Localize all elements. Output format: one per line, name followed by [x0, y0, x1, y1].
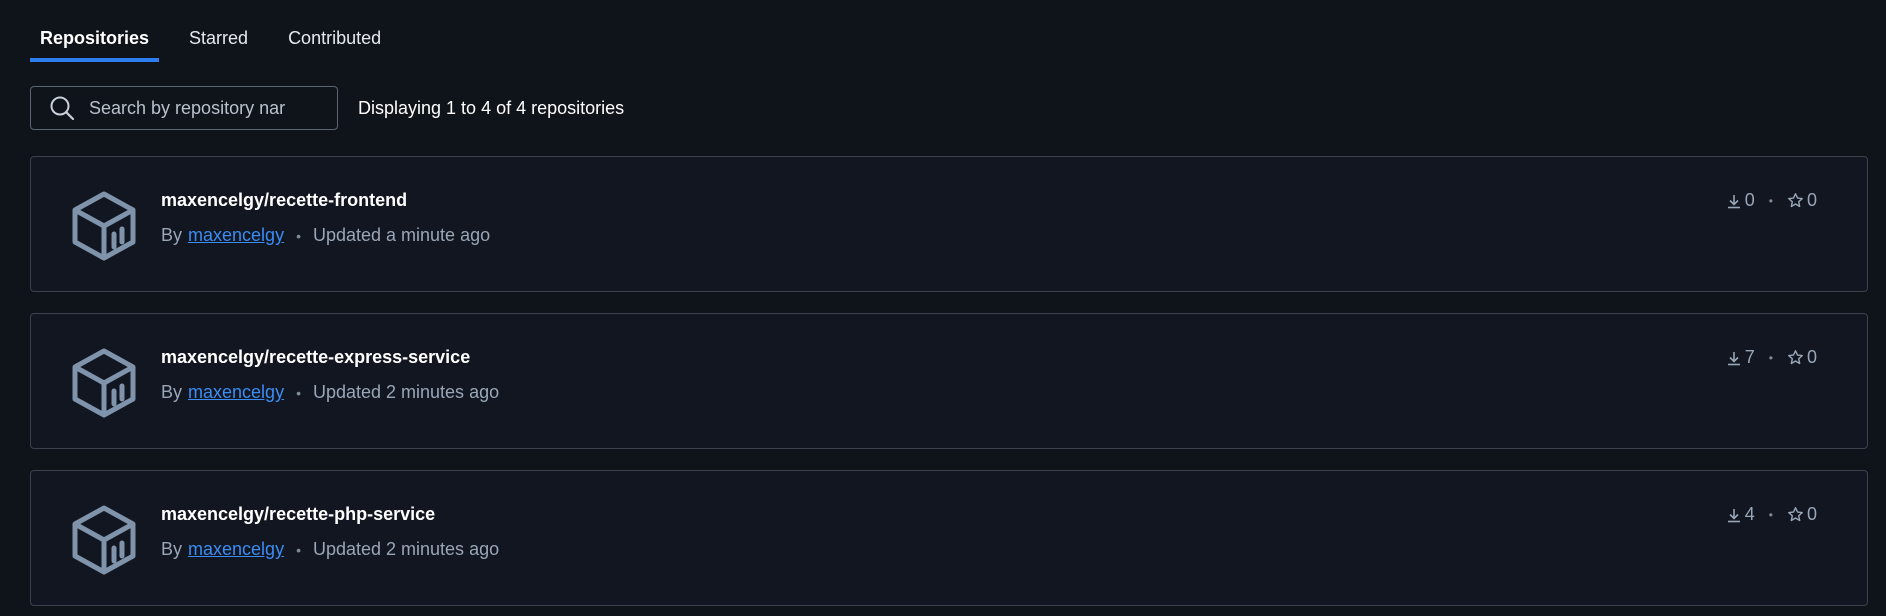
- separator-dot: •: [1768, 350, 1773, 365]
- download-icon: [1727, 508, 1740, 522]
- updated-time: Updated 2 minutes ago: [312, 382, 500, 402]
- repo-stats: 0 • 0: [1726, 190, 1817, 211]
- separator-dot: •: [1768, 193, 1773, 208]
- downloads-count: 7: [1744, 347, 1755, 367]
- by-label: By: [161, 539, 183, 559]
- by-label: By: [161, 225, 183, 245]
- tab-repositories[interactable]: Repositories: [30, 22, 160, 62]
- tab-starred[interactable]: Starred: [179, 22, 258, 60]
- repo-name[interactable]: maxencelgy/recette-frontend: [161, 190, 407, 211]
- repo-meta: By maxencelgy • Updated a minute ago: [161, 225, 490, 246]
- download-icon: [1727, 351, 1740, 365]
- stars-count: 0: [1806, 190, 1817, 210]
- downloads-stat: 4: [1726, 504, 1755, 525]
- author-link[interactable]: maxencelgy: [188, 382, 284, 403]
- stars-stat[interactable]: 0: [1787, 190, 1817, 211]
- search-input[interactable]: [87, 96, 311, 120]
- star-icon: [1788, 507, 1803, 522]
- separator-dot: •: [296, 384, 301, 401]
- downloads-count: 0: [1744, 190, 1755, 210]
- repo-meta: By maxencelgy • Updated 2 minutes ago: [161, 539, 499, 560]
- search-icon: [50, 96, 75, 121]
- updated-time: Updated 2 minutes ago: [312, 539, 500, 559]
- tab-contributed[interactable]: Contributed: [278, 22, 391, 60]
- search-box[interactable]: [30, 86, 338, 130]
- stars-stat[interactable]: 0: [1787, 504, 1817, 525]
- stars-count: 0: [1806, 347, 1817, 367]
- repository-tabs: Repositories Starred Contributed: [30, 22, 411, 62]
- cube-icon: [72, 191, 136, 261]
- repo-stats: 7 • 0: [1726, 347, 1817, 368]
- separator-dot: •: [1768, 507, 1773, 522]
- star-icon: [1788, 350, 1803, 365]
- repo-card[interactable]: maxencelgy/recette-php-service By maxenc…: [30, 470, 1868, 606]
- downloads-stat: 0: [1726, 190, 1755, 211]
- downloads-count: 4: [1744, 504, 1755, 524]
- stars-count: 0: [1806, 504, 1817, 524]
- repo-stats: 4 • 0: [1726, 504, 1817, 525]
- separator-dot: •: [296, 227, 301, 244]
- download-icon: [1727, 194, 1740, 208]
- by-label: By: [161, 382, 183, 402]
- author-link[interactable]: maxencelgy: [188, 539, 284, 560]
- display-count: Displaying 1 to 4 of 4 repositories: [358, 97, 625, 118]
- star-icon: [1788, 193, 1803, 208]
- updated-time: Updated a minute ago: [312, 225, 491, 245]
- repo-name[interactable]: maxencelgy/recette-php-service: [161, 504, 435, 525]
- separator-dot: •: [296, 541, 301, 558]
- downloads-stat: 7: [1726, 347, 1755, 368]
- stars-stat[interactable]: 0: [1787, 347, 1817, 368]
- author-link[interactable]: maxencelgy: [188, 225, 284, 246]
- repo-meta: By maxencelgy • Updated 2 minutes ago: [161, 382, 499, 403]
- repo-card[interactable]: maxencelgy/recette-express-service By ma…: [30, 313, 1868, 449]
- cube-icon: [72, 348, 136, 418]
- repo-card[interactable]: maxencelgy/recette-frontend By maxencelg…: [30, 156, 1868, 292]
- cube-icon: [72, 505, 136, 575]
- search-row: Displaying 1 to 4 of 4 repositories: [30, 85, 624, 131]
- repo-name[interactable]: maxencelgy/recette-express-service: [161, 347, 470, 368]
